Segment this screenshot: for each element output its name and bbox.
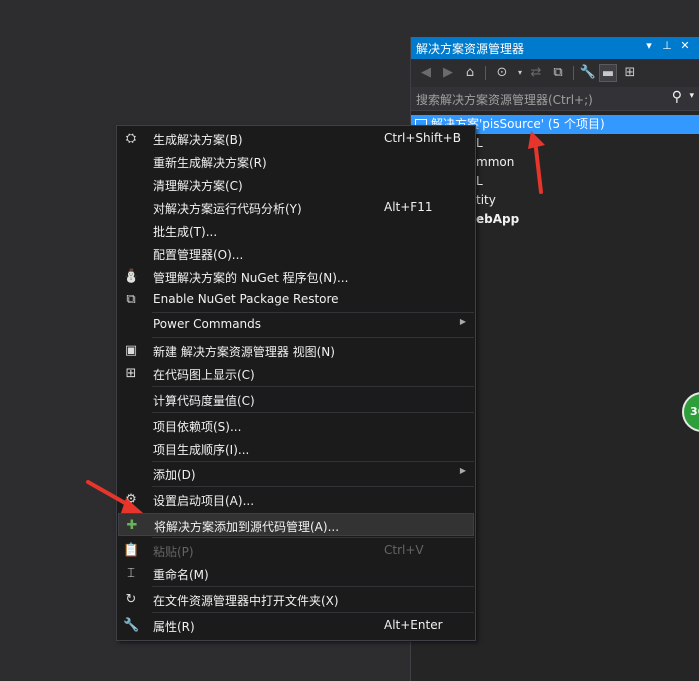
annotation-arrow-source-control: [86, 480, 143, 513]
annotation-arrows: [86, 131, 545, 513]
annotation-arrow-solution: [528, 131, 545, 194]
